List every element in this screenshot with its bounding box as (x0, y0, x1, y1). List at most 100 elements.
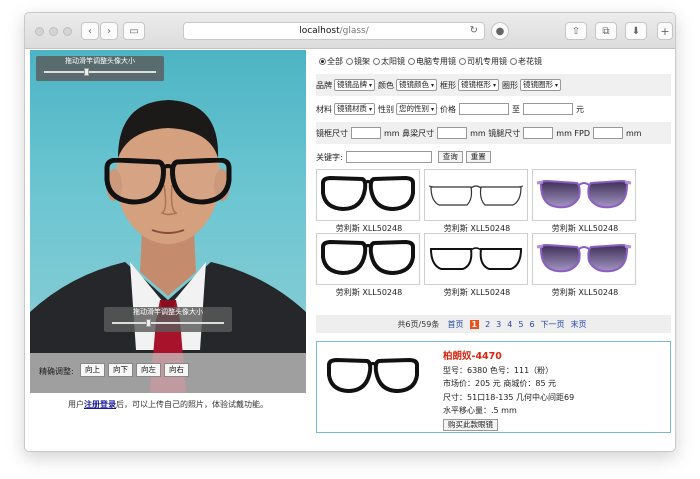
top-slider-track[interactable] (44, 68, 156, 76)
zoom-window-button[interactable] (63, 27, 72, 36)
page-link-5[interactable]: 5 (518, 320, 523, 329)
fpd-unit: mm (626, 128, 642, 138)
radio-sunglasses[interactable] (373, 57, 380, 65)
product-card[interactable]: 劳利斯 XLL50248 (532, 233, 638, 298)
product-card[interactable]: 劳利斯 XLL50248 (316, 233, 422, 298)
frame-size-input[interactable] (351, 127, 381, 139)
move-down-button[interactable]: 向下 (108, 363, 133, 377)
radio-driver[interactable] (459, 57, 466, 65)
price-max-input[interactable] (523, 103, 574, 115)
shape-select[interactable]: 镜镜圈形 ▾ (520, 79, 562, 91)
product-thumbnail[interactable] (424, 169, 528, 221)
page-link-2[interactable]: 2 (485, 320, 490, 329)
category-computer[interactable]: 电脑专用镜 (416, 56, 456, 67)
product-thumbnail[interactable] (532, 233, 636, 285)
category-reading[interactable]: 老花镜 (518, 56, 542, 67)
browser-toolbar: ‹ › ▭ localhost/glass/ ↻ ● ⇧ ⧉ ⬇ + (25, 13, 675, 49)
reset-button[interactable]: 重置 (465, 151, 491, 163)
tabs-icon[interactable]: ⧉ (595, 22, 617, 40)
bottom-slider-knob[interactable] (146, 319, 151, 327)
first-page-link[interactable]: 首页 (448, 319, 464, 330)
keyword-label: 关键字: (316, 152, 343, 162)
extension-icon[interactable]: ● (491, 22, 509, 40)
bridge-size-unit: mm (470, 128, 486, 138)
back-icon[interactable]: ‹ (81, 22, 99, 40)
close-window-button[interactable] (35, 27, 44, 36)
register-login-link[interactable]: 注册登录 (84, 400, 116, 409)
detail-title: 柏朗奴-4470 (443, 351, 502, 362)
product-thumbnail[interactable] (316, 233, 420, 285)
notice-suffix: 后，可以上传自己的照片，体验试戴功能。 (116, 400, 268, 409)
bottom-size-slider[interactable]: 拖动滑竿调整头像大小 (104, 307, 232, 332)
gender-select[interactable]: 您的性别 ▾ (396, 103, 438, 115)
product-name[interactable]: 劳利斯 XLL50248 (532, 287, 638, 298)
glasses-thin-black-image (429, 247, 523, 270)
reload-icon[interactable]: ↻ (470, 25, 478, 36)
browser-window: ‹ › ▭ localhost/glass/ ↻ ● ⇧ ⧉ ⬇ + 拖动滑竿调… (24, 12, 676, 452)
price-min-input[interactable] (459, 103, 510, 115)
category-all[interactable]: 全部 (327, 56, 343, 67)
forward-icon[interactable]: › (100, 22, 118, 40)
price-unit: 元 (576, 104, 585, 114)
move-right-button[interactable]: 向右 (164, 363, 189, 377)
product-thumbnail[interactable] (316, 169, 420, 221)
download-icon[interactable]: ⬇ (625, 22, 647, 40)
gender-label: 性别 (378, 104, 395, 114)
glasses-thin-rimless-image (428, 185, 524, 206)
next-page-link[interactable]: 下一页 (541, 319, 565, 330)
login-notice: 用户注册登录后，可以上传自己的照片，体验试戴功能。 (30, 399, 306, 410)
fpd-input[interactable] (593, 127, 624, 139)
chevron-down-icon: ▾ (369, 106, 373, 113)
material-select-value: 镜镜材质 (337, 104, 367, 113)
product-thumbnail[interactable] (532, 169, 636, 221)
top-size-slider[interactable]: 拖动滑竿调整头像大小 (36, 56, 164, 81)
radio-reading[interactable] (510, 57, 517, 65)
buy-button[interactable]: 购买此款眼镜 (443, 418, 498, 431)
new-tab-icon[interactable]: + (657, 22, 673, 40)
frame-type-select[interactable]: 镜镜框形 ▾ (458, 79, 500, 91)
radio-all[interactable] (319, 57, 326, 65)
radio-computer[interactable] (408, 57, 415, 65)
share-icon[interactable]: ⇧ (565, 22, 587, 40)
move-up-button[interactable]: 向上 (80, 363, 105, 377)
product-thumbnail[interactable] (424, 233, 528, 285)
product-card[interactable]: 劳利斯 XLL50248 (316, 169, 422, 234)
category-sunglasses[interactable]: 太阳镜 (381, 56, 405, 67)
bridge-size-input[interactable] (437, 127, 468, 139)
page-link-3[interactable]: 3 (496, 320, 501, 329)
material-select[interactable]: 镜镜材质 ▾ (334, 103, 376, 115)
temple-size-input[interactable] (523, 127, 554, 139)
product-card[interactable]: 劳利斯 XLL50248 (532, 169, 638, 234)
glasses-black-thick-image (321, 239, 415, 276)
chevron-down-icon: ▾ (369, 82, 373, 89)
sidebar-icon[interactable]: ▭ (123, 22, 145, 40)
radio-frames[interactable] (346, 57, 353, 65)
category-frames[interactable]: 镜架 (354, 56, 370, 67)
product-card[interactable]: 劳利斯 XLL50248 (424, 233, 530, 298)
glasses-overlay[interactable] (103, 158, 233, 208)
color-label: 颜色 (378, 80, 395, 90)
search-button[interactable]: 查询 (437, 151, 463, 163)
attributes-row-1: 品牌 镜镜品牌 ▾ 颜色 镜镜颜色 ▾ 框形 镜镜框形 ▾ 圈形 镜镜圈形 ▾ (316, 74, 671, 96)
brand-select[interactable]: 镜镜品牌 ▾ (334, 79, 376, 91)
keyword-input[interactable] (345, 151, 432, 163)
frame-size-unit: mm (384, 128, 400, 138)
shape-select-value: 镜镜圈形 (523, 80, 554, 89)
product-card[interactable]: 劳利斯 XLL50248 (424, 169, 530, 234)
page-link-6[interactable]: 6 (529, 320, 534, 329)
top-slider-knob[interactable] (84, 68, 89, 76)
move-left-button[interactable]: 向左 (136, 363, 161, 377)
color-select[interactable]: 镜镜颜色 ▾ (396, 79, 438, 91)
page-link-4[interactable]: 4 (507, 320, 512, 329)
bottom-slider-track[interactable] (112, 319, 224, 327)
category-driver[interactable]: 司机专用镜 (467, 56, 507, 67)
product-name[interactable]: 劳利斯 XLL50248 (316, 287, 422, 298)
address-bar[interactable]: localhost/glass/ ↻ (183, 22, 485, 40)
material-label: 材料 (316, 104, 332, 114)
product-name[interactable]: 劳利斯 XLL50248 (424, 287, 530, 298)
minimize-window-button[interactable] (49, 27, 58, 36)
frame-type-label: 框形 (440, 80, 457, 90)
sizes-row: 镜框尺寸 mm 鼻梁尺寸 mm 镜腿尺寸 mm FPD mm (316, 122, 671, 144)
category-row: 全部 镜架 太阳镜 电脑专用镜 司机专用镜 老花镜 (316, 50, 671, 72)
last-page-link[interactable]: 末页 (571, 319, 587, 330)
